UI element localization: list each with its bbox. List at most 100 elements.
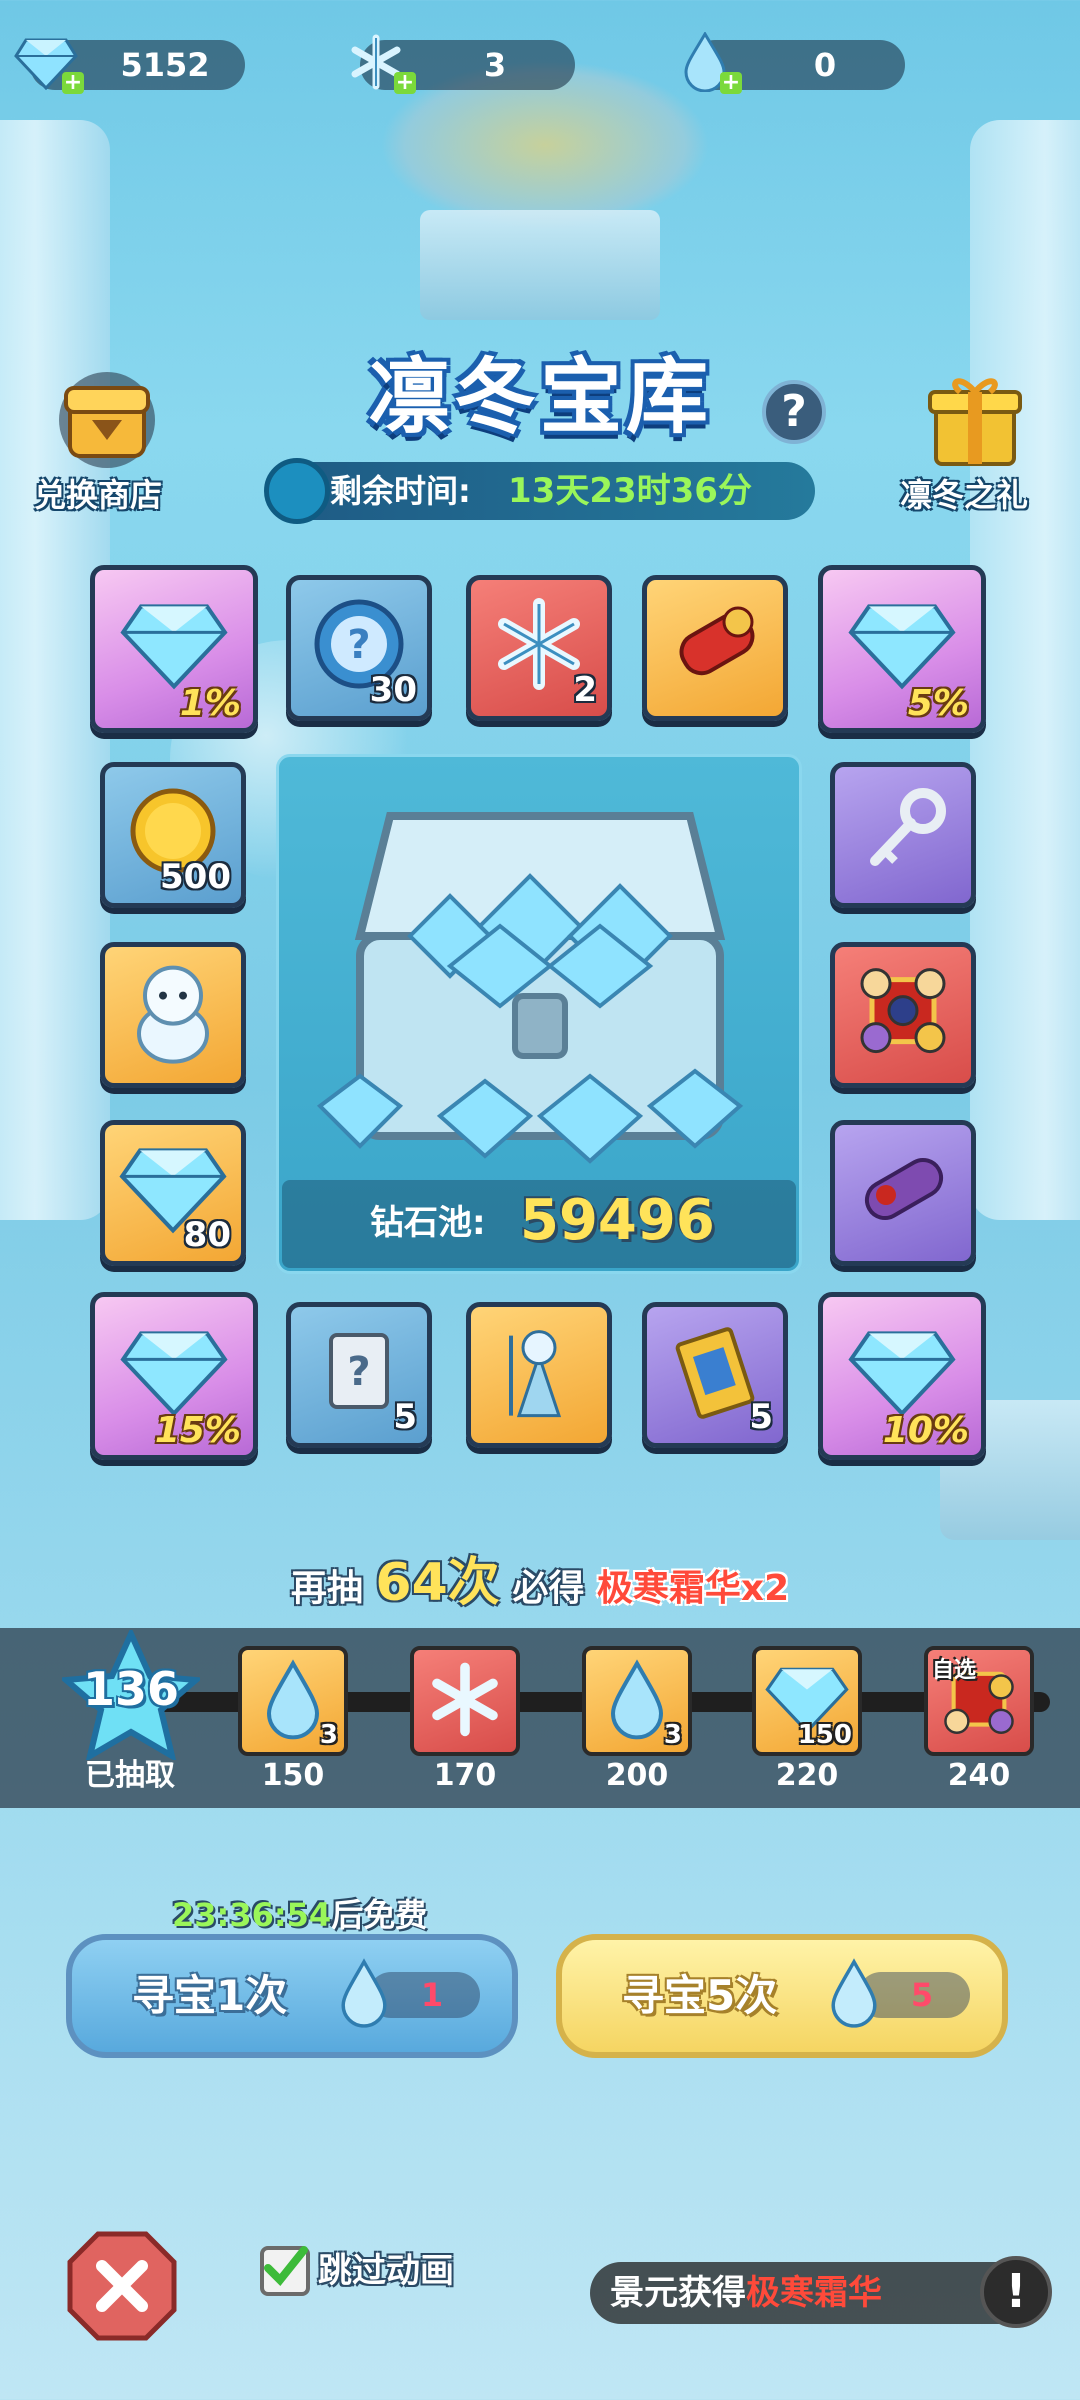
draw-once-label: 寻宝1次 — [132, 1971, 288, 2020]
milestone-threshold: 170 — [433, 1758, 497, 1793]
diamond-icon — [848, 1331, 956, 1417]
tile-quantity: 5 — [393, 1397, 417, 1437]
add-ice-drop-button[interactable]: + — [720, 72, 742, 94]
free-timer: 23:36:54后免费 — [172, 1890, 427, 1936]
draw-five-label: 寻宝5次 — [622, 1971, 778, 2020]
milestone-threshold: 220 — [775, 1758, 839, 1793]
reward-tile-gold-coin: 500 — [100, 762, 246, 908]
reward-tile-diamond-10pct: 10% — [818, 1292, 986, 1460]
reward-tile-diamond-15pct: 15% — [90, 1292, 258, 1460]
skip-animation-label[interactable]: 跳过动画 — [318, 2246, 454, 2296]
key-icon — [870, 788, 946, 866]
svg-text:?: ? — [347, 1349, 370, 1395]
guarantee-count: 64次 — [375, 1553, 500, 1613]
draw-once-button[interactable]: 寻宝1次 1 — [66, 1934, 518, 2058]
milestone-qty: 3 — [319, 1720, 338, 1750]
milestone-qty: 3 — [663, 1720, 682, 1750]
milestone-select-badge: 自选 — [932, 1658, 977, 1683]
drawn-label: 已抽取 — [85, 1758, 175, 1793]
reward-tile-key — [830, 762, 976, 908]
diamond-pool-value: 59496 — [520, 1188, 715, 1253]
guarantee-reward: 极寒霜华x2 — [596, 1568, 790, 1609]
diamond-icon — [120, 1331, 228, 1417]
reward-tile-red-scroll — [642, 575, 788, 721]
free-timer-suffix: 后免费 — [331, 1896, 428, 1934]
tile-chance: 10% — [882, 1410, 969, 1451]
drawn-count: 136 — [82, 1662, 180, 1716]
hero-pack-icon — [860, 968, 946, 1054]
ice-queen-icon — [509, 1330, 562, 1418]
tile-quantity: 80 — [183, 1215, 231, 1255]
milestone-170[interactable] — [410, 1646, 520, 1756]
tile-chance: 15% — [154, 1410, 241, 1451]
reward-tile-mystery-orb: ? 30 — [286, 575, 432, 721]
milestone-200[interactable]: 3 — [582, 1646, 692, 1756]
timer-label: 剩余时间: — [330, 472, 471, 510]
notice-button[interactable]: ! — [980, 2256, 1052, 2328]
winter-gift-button[interactable] — [920, 370, 1030, 470]
broadcast-text: 景元获得极寒霜华 — [610, 2264, 882, 2322]
page-title: 凛冬宝库 — [367, 350, 712, 445]
milestone-threshold: 150 — [261, 1758, 325, 1793]
treasure-chest-icon — [316, 812, 744, 1164]
broadcast-prefix: 景元获得 — [610, 2273, 746, 2313]
reward-tile-snowflake: 2 — [466, 575, 612, 721]
tile-chance: 1% — [179, 683, 241, 724]
purple-scroll-icon — [864, 1158, 944, 1220]
snow-creature-icon — [137, 965, 209, 1064]
checkmark-icon — [264, 2246, 308, 2286]
draw-five-button[interactable]: 寻宝5次 5 — [556, 1934, 1008, 2058]
snowflake-icon — [432, 1662, 498, 1737]
skip-animation-checkbox[interactable] — [260, 2246, 310, 2296]
exit-button[interactable] — [66, 2230, 178, 2342]
diamond-icon — [120, 604, 228, 690]
tile-quantity: 2 — [573, 670, 597, 710]
timer-value: 13天23时36分 — [508, 471, 752, 511]
guarantee-text: 再抽 64次 必得 极寒霜华x2 — [0, 1540, 1080, 1615]
reward-tile-ticket: 5 — [642, 1302, 788, 1448]
ice-drop-icon — [341, 1958, 387, 2028]
ice-pillar-right — [970, 120, 1080, 1220]
ice-drop-icon — [610, 1659, 664, 1740]
draw-five-cost: 5 — [910, 1976, 934, 2014]
reward-tile-diamond-1pct: 1% — [90, 565, 258, 733]
reward-tile-diamond-80: 80 — [100, 1120, 246, 1266]
tile-quantity: 5 — [749, 1397, 773, 1437]
tile-quantity: 500 — [160, 857, 231, 897]
guarantee-prefix: 再抽 — [290, 1568, 363, 1609]
reward-tile-ice-queen — [466, 1302, 612, 1448]
diamond-pool-label: 钻石池: — [370, 1203, 486, 1243]
help-button[interactable]: ? — [762, 380, 826, 444]
ice-drop-count: 0 — [813, 46, 837, 84]
snowflake-count: 3 — [483, 46, 507, 84]
exchange-shop-label: 兑换商店 — [34, 476, 163, 514]
ice-drop-icon — [831, 1958, 877, 2028]
tile-chance: 5% — [907, 683, 969, 724]
tile-quantity: 30 — [369, 670, 417, 710]
stone-pedestal — [420, 210, 660, 320]
add-diamond-button[interactable]: + — [62, 72, 84, 94]
milestone-240[interactable]: 自选 — [924, 1646, 1034, 1756]
reward-tile-snow-creature — [100, 942, 246, 1088]
free-timer-value: 23:36:54 — [172, 1896, 332, 1934]
reward-tile-mystery-scroll: ? 5 — [286, 1302, 432, 1448]
add-snowflake-button[interactable]: + — [394, 72, 416, 94]
reward-tile-hero-pack — [830, 942, 976, 1088]
svg-text:?: ? — [347, 622, 370, 668]
winter-gift-label: 凛冬之礼 — [900, 476, 1029, 514]
red-scroll-icon — [679, 606, 755, 676]
stopwatch-icon — [264, 458, 330, 524]
draw-once-cost: 1 — [420, 1976, 444, 2014]
milestone-220[interactable]: 150 — [752, 1646, 862, 1756]
diamond-icon — [848, 604, 956, 690]
guarantee-middle: 必得 — [512, 1568, 585, 1609]
reward-tile-purple-scroll — [830, 1120, 976, 1266]
milestone-150[interactable]: 3 — [238, 1646, 348, 1756]
milestone-threshold: 240 — [947, 1758, 1011, 1793]
milestone-threshold: 200 — [605, 1758, 669, 1793]
exchange-shop-button[interactable] — [52, 370, 162, 470]
milestone-qty: 150 — [797, 1720, 852, 1750]
diamond-count: 5152 — [120, 46, 210, 84]
broadcast-item: 极寒霜华 — [746, 2273, 882, 2313]
ice-drop-icon — [266, 1659, 320, 1740]
